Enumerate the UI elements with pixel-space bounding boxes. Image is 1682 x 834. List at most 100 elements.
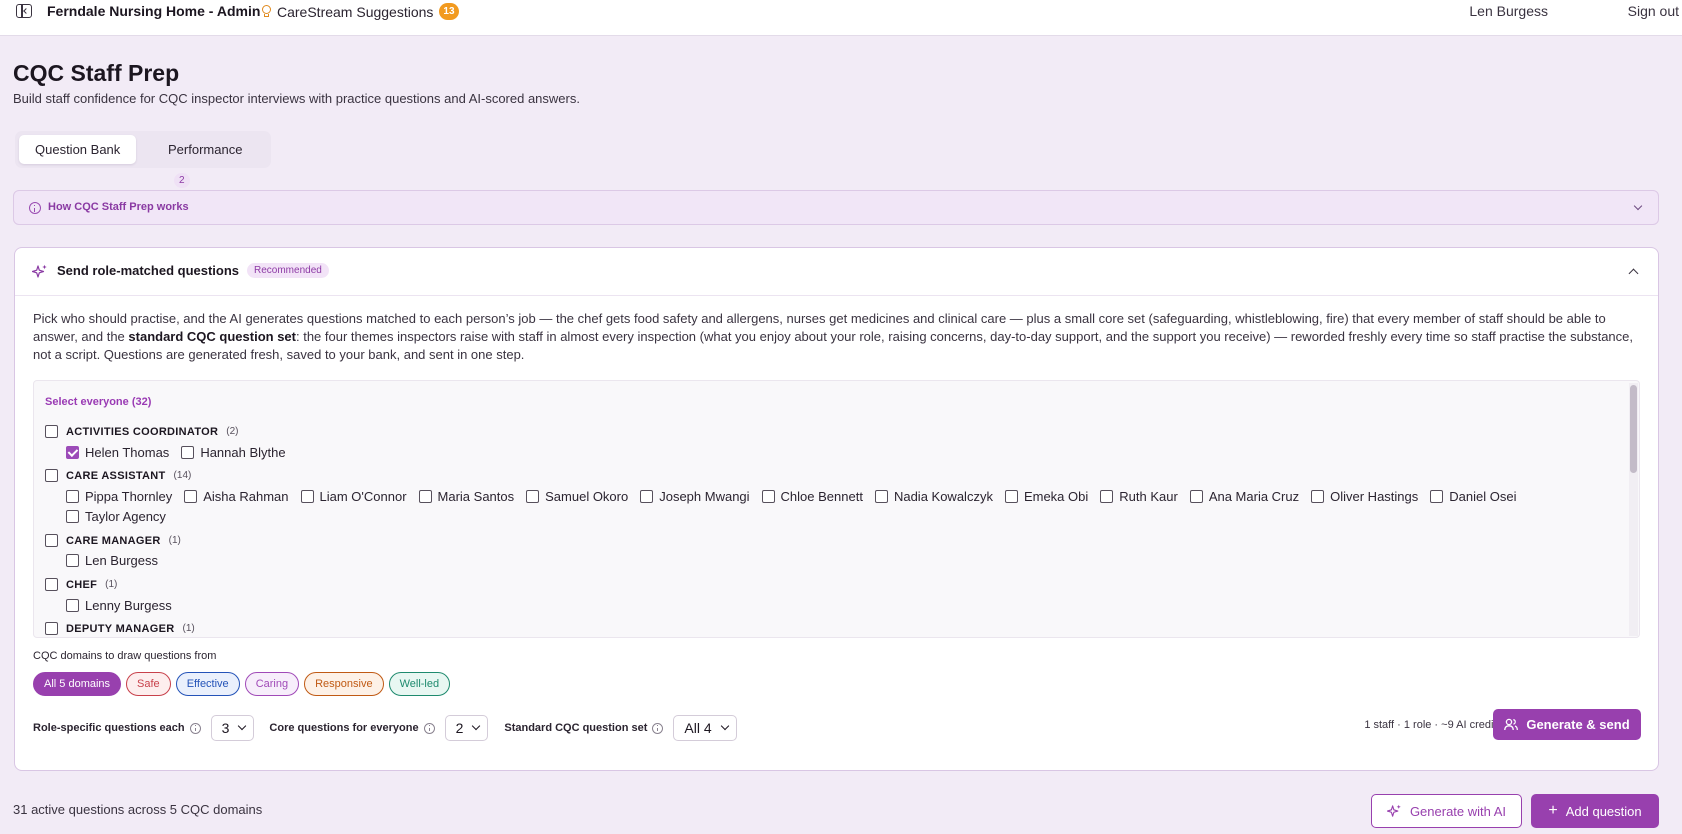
how-it-works-label: How CQC Staff Prep works: [48, 201, 189, 213]
chevron-down-icon: [1633, 201, 1643, 211]
role-name: CARE ASSISTANT: [66, 469, 166, 482]
staff-row: Len Burgess: [66, 553, 170, 568]
role-group: ACTIVITIES COORDINATOR (2): [45, 425, 239, 438]
staff-checkbox[interactable]: [640, 490, 654, 503]
users-icon: [1504, 718, 1519, 731]
button-label: Add question: [1565, 803, 1642, 819]
staff-checkbox[interactable]: [181, 446, 195, 459]
chevron-up-icon[interactable]: [1628, 268, 1639, 279]
staff-checkbox[interactable]: [66, 510, 79, 523]
role-specific-select[interactable]: 3: [210, 715, 255, 741]
staff-name: Oliver Hastings: [1330, 489, 1419, 504]
staff-checkbox[interactable]: [761, 490, 775, 503]
scrollbar-thumb[interactable]: [1630, 385, 1637, 473]
tab-performance[interactable]: Performance 2: [152, 135, 271, 188]
staff-checkbox[interactable]: [1100, 490, 1114, 503]
card-header[interactable]: Send role-matched questions Recommended: [15, 248, 1658, 296]
info-icon[interactable]: [189, 722, 201, 734]
staff-checkbox[interactable]: [66, 599, 79, 612]
staff-checkbox[interactable]: [1004, 490, 1018, 503]
standard-set-select[interactable]: All 4: [673, 715, 737, 741]
question-count-controls: Role-specific questions each 3 Core ques…: [33, 715, 737, 741]
staff-option[interactable]: Oliver Hastings: [1311, 489, 1418, 504]
staff-name: Pippa Thornley: [85, 489, 173, 504]
tab-label: Question Bank: [35, 142, 121, 157]
carestream-suggestions-link[interactable]: CareStream Suggestions 13: [262, 3, 459, 20]
staff-checkbox[interactable]: [418, 490, 432, 503]
staff-option[interactable]: Emeka Obi: [1004, 489, 1088, 504]
staff-checkbox[interactable]: [66, 554, 79, 567]
role-checkbox[interactable]: [45, 578, 58, 591]
sidebar-toggle-icon[interactable]: [16, 4, 32, 18]
staff-option[interactable]: Taylor Agency: [66, 509, 166, 524]
staff-checkbox[interactable]: [184, 490, 198, 503]
staff-option[interactable]: Ruth Kaur: [1100, 489, 1178, 504]
how-it-works-toggle[interactable]: How CQC Staff Prep works: [13, 190, 1659, 225]
core-questions-select[interactable]: 2: [444, 715, 489, 741]
staff-checkbox[interactable]: [1311, 490, 1325, 503]
core-questions-label: Core questions for everyone: [269, 722, 435, 734]
user-name: Len Burgess: [1469, 3, 1548, 19]
generate-send-button[interactable]: Generate & send: [1493, 709, 1641, 740]
staff-checkbox[interactable]: [874, 490, 888, 503]
credit-summary: 1 staff · 1 role · ~9 AI credits: [1364, 719, 1502, 731]
info-icon[interactable]: [423, 722, 435, 734]
tab-label: Performance: [168, 142, 243, 157]
domain-chip[interactable]: Well-led: [388, 672, 451, 696]
staff-option[interactable]: Helen Thomas: [66, 445, 169, 460]
role-group: CARE ASSISTANT (14): [45, 469, 191, 482]
staff-option[interactable]: Maria Santos: [418, 489, 514, 504]
role-checkbox[interactable]: [45, 534, 58, 547]
role-checkbox[interactable]: [45, 622, 58, 635]
select-everyone-link[interactable]: Select everyone (32): [45, 396, 151, 408]
staff-checkbox[interactable]: [1430, 490, 1444, 503]
domain-chip[interactable]: Caring: [244, 672, 300, 696]
staff-name: Len Burgess: [85, 553, 158, 568]
staff-option[interactable]: Pippa Thornley: [66, 489, 172, 504]
staff-row: Lenny Burgess: [66, 598, 184, 613]
staff-list-scrollbar[interactable]: [1629, 383, 1638, 636]
suggestions-label: CareStream Suggestions: [277, 3, 434, 20]
generate-with-ai-button[interactable]: Generate with AI: [1371, 794, 1522, 828]
domain-chip[interactable]: Responsive: [304, 672, 384, 696]
sign-out-link[interactable]: Sign out: [1628, 3, 1679, 19]
staff-checkbox[interactable]: [66, 490, 79, 503]
staff-option[interactable]: Ana Maria Cruz: [1189, 489, 1299, 504]
staff-name: Joseph Mwangi: [659, 489, 750, 504]
select-value: 2: [455, 720, 464, 736]
staff-option[interactable]: Daniel Osei: [1430, 489, 1516, 504]
role-checkbox[interactable]: [45, 469, 58, 482]
add-question-button[interactable]: + Add question: [1531, 794, 1659, 828]
performance-count-badge: 2: [174, 173, 190, 188]
staff-name: Chloe Bennett: [780, 489, 863, 504]
role-count: (2): [226, 426, 239, 437]
staff-option[interactable]: Hannah Blythe: [181, 445, 286, 460]
staff-option[interactable]: Liam O'Connor: [300, 489, 407, 504]
staff-option[interactable]: Lenny Burgess: [66, 598, 172, 613]
page-subtitle: Build staff confidence for CQC inspector…: [13, 91, 580, 106]
staff-selector: Select everyone (32) ACTIVITIES COORDINA…: [33, 380, 1640, 638]
select-value: All 4: [684, 720, 712, 736]
domain-chip[interactable]: All 5 domains: [33, 672, 122, 696]
staff-option[interactable]: Aisha Rahman: [184, 489, 289, 504]
staff-checkbox[interactable]: [300, 490, 314, 503]
tab-question-bank[interactable]: Question Bank: [19, 135, 137, 164]
staff-option[interactable]: Nadia Kowalczyk: [874, 489, 993, 504]
role-count: (14): [173, 470, 192, 481]
sparkles-icon: [32, 264, 47, 278]
domain-chip[interactable]: Effective: [175, 672, 240, 696]
info-icon[interactable]: [652, 722, 664, 734]
staff-option[interactable]: Len Burgess: [66, 553, 158, 568]
staff-checkbox[interactable]: [66, 446, 79, 459]
staff-name: Ruth Kaur: [1119, 489, 1178, 504]
staff-checkbox[interactable]: [1189, 490, 1203, 503]
staff-option[interactable]: Chloe Bennett: [761, 489, 863, 504]
staff-name: Aisha Rahman: [203, 489, 289, 504]
staff-option[interactable]: Samuel Okoro: [526, 489, 628, 504]
domain-chip[interactable]: Safe: [126, 672, 171, 696]
staff-option[interactable]: Joseph Mwangi: [640, 489, 750, 504]
staff-checkbox[interactable]: [526, 490, 540, 503]
role-checkbox[interactable]: [45, 425, 58, 438]
staff-name: Samuel Okoro: [545, 489, 629, 504]
domains-label: CQC domains to draw questions from: [33, 650, 217, 662]
